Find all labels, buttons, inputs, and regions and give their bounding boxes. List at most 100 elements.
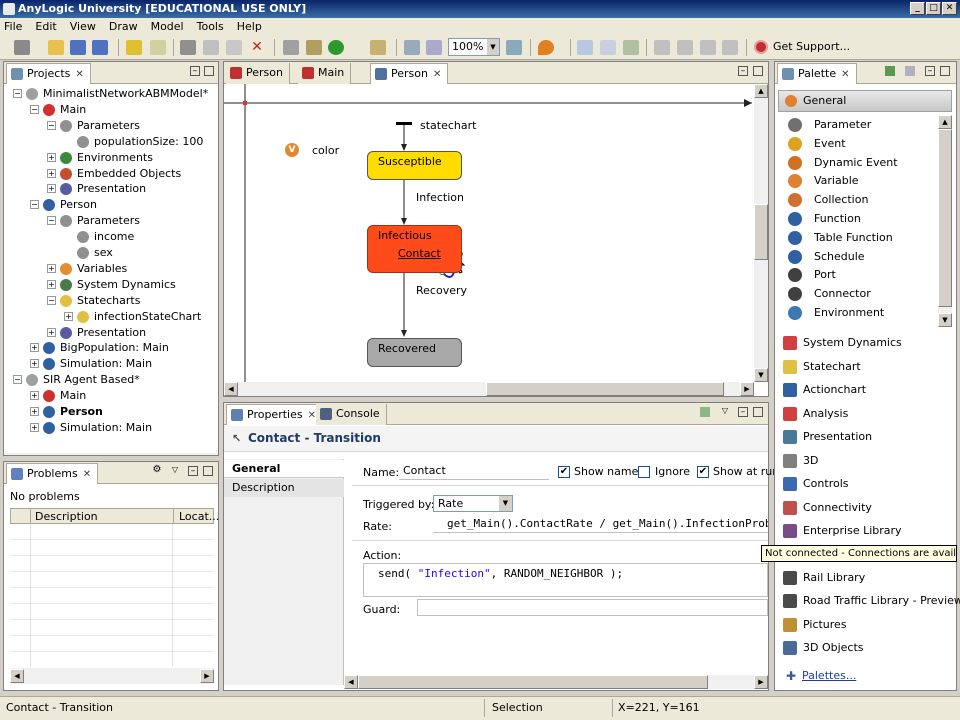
pin-icon[interactable]	[700, 407, 710, 417]
new-icon[interactable]	[14, 40, 30, 55]
column-description[interactable]: Description	[35, 510, 98, 523]
palette-item-environment[interactable]: Environment	[788, 304, 884, 322]
expand-icon[interactable]: +	[47, 327, 56, 337]
editor-vscroll[interactable]: ▲ ▼	[754, 84, 768, 382]
palette-category-pictures[interactable]: Pictures	[783, 614, 847, 636]
show-at-runtime-checkbox[interactable]: ✔	[697, 466, 709, 478]
expand-icon[interactable]: +	[30, 407, 39, 416]
variable-label[interactable]: color	[312, 144, 339, 157]
menu-file[interactable]: File	[4, 20, 22, 33]
maximize-view-icon[interactable]	[940, 66, 950, 76]
collapse-icon[interactable]: −	[47, 120, 56, 130]
palette-category-controls[interactable]: Controls	[783, 473, 849, 495]
palette-category-system-dynamics[interactable]: System Dynamics	[783, 332, 902, 354]
close-icon[interactable]: ✕	[841, 69, 849, 80]
palette-category-presentation[interactable]: Presentation	[783, 426, 872, 448]
copy-icon[interactable]	[203, 40, 219, 55]
collapse-icon[interactable]: −	[47, 295, 56, 305]
expand-icon[interactable]: +	[47, 152, 56, 162]
grid-icon[interactable]	[577, 40, 593, 55]
properties-tab[interactable]: Properties ✕	[226, 404, 323, 425]
run-icon[interactable]	[328, 40, 344, 55]
zoom-in-icon[interactable]	[506, 40, 522, 55]
side-tab-general[interactable]: General	[224, 460, 344, 478]
minimize-view-icon[interactable]: –	[925, 66, 935, 76]
view-menu-icon[interactable]: ▽	[720, 407, 730, 417]
delete-icon[interactable]: ✕	[249, 40, 265, 55]
transition-contact-label[interactable]: Contact	[398, 247, 441, 260]
menu-help[interactable]: Help	[237, 20, 262, 33]
minimize-view-icon[interactable]: –	[190, 66, 200, 76]
name-input[interactable]: Contact	[399, 464, 549, 480]
maximize-view-icon[interactable]	[753, 66, 763, 76]
editor-tab-main[interactable]: Main	[298, 63, 352, 84]
console-tab[interactable]: Console	[316, 404, 387, 425]
minimize-view-icon[interactable]: –	[738, 66, 748, 76]
palette-item-event[interactable]: Event	[788, 135, 846, 153]
redo-icon[interactable]	[150, 40, 166, 55]
problems-tab[interactable]: Problems ✕	[6, 463, 99, 484]
menu-model[interactable]: Model	[151, 20, 184, 33]
collapse-icon[interactable]: −	[47, 216, 56, 226]
palette-category-3d[interactable]: 3D	[783, 450, 818, 472]
palette-category-actionchart[interactable]: Actionchart	[783, 379, 866, 401]
editor-hscroll[interactable]: ◀ ▶	[224, 382, 754, 396]
palette-category-road-traffic-library-preview[interactable]: Road Traffic Library - Preview	[783, 590, 960, 612]
build-all-icon[interactable]	[306, 40, 322, 55]
menu-draw[interactable]: Draw	[109, 20, 138, 33]
palette-tab[interactable]: Palette ✕	[777, 63, 857, 84]
align-center-icon[interactable]	[677, 40, 693, 55]
open-icon[interactable]	[48, 40, 64, 55]
palette-item-table-function[interactable]: Table Function	[788, 229, 893, 247]
expand-icon[interactable]: +	[47, 263, 56, 273]
transition-infection-label[interactable]: Infection	[416, 191, 464, 204]
menu-edit[interactable]: Edit	[35, 20, 56, 33]
side-tab-description[interactable]: Description	[224, 479, 344, 497]
diagram-canvas[interactable]: statechart V color Susceptible Infection…	[224, 84, 754, 382]
expand-icon[interactable]: +	[30, 422, 39, 432]
layers-icon[interactable]	[623, 40, 639, 55]
triggered-by-select[interactable]: Rate ▼	[433, 495, 513, 512]
expand-icon[interactable]: +	[47, 279, 56, 289]
zoom-select[interactable]: 100% ▼	[448, 38, 500, 56]
state-susceptible[interactable]: Susceptible	[367, 151, 462, 180]
close-icon[interactable]: ✕	[433, 69, 441, 80]
get-support-button[interactable]: Get Support...	[754, 39, 850, 55]
expand-icon[interactable]: +	[47, 184, 56, 194]
palette-item-collection[interactable]: Collection	[788, 191, 868, 209]
transition-recovery-label[interactable]: Recovery	[416, 284, 467, 297]
expand-icon[interactable]: +	[30, 391, 39, 401]
view-menu-icon[interactable]: ▽	[170, 466, 180, 476]
show-name-checkbox[interactable]: ✔	[558, 466, 570, 478]
filter-icon[interactable]: ⚙	[152, 465, 162, 476]
palette-item-parameter[interactable]: Parameter	[788, 116, 871, 134]
state-recovered[interactable]: Recovered	[367, 338, 462, 367]
palette-item-connector[interactable]: Connector	[788, 285, 871, 303]
palettes-link[interactable]: ✚ Palettes...	[778, 665, 952, 687]
save-all-icon[interactable]	[92, 40, 108, 55]
palette-item-schedule[interactable]: Schedule	[788, 248, 865, 266]
maximize-view-icon[interactable]	[204, 66, 214, 76]
maximize-view-icon[interactable]	[203, 466, 213, 476]
palette-vscroll[interactable]: ▲ ▼	[938, 115, 952, 327]
projects-tab[interactable]: Projects ✕	[6, 63, 91, 84]
layout-icon[interactable]	[905, 66, 915, 76]
collapse-icon[interactable]: −	[30, 200, 39, 210]
ignore-checkbox[interactable]	[638, 466, 650, 478]
problems-hscroll[interactable]: ◀ ▶	[10, 668, 214, 684]
palette-category-analysis[interactable]: Analysis	[783, 403, 848, 425]
align-right-icon[interactable]	[700, 40, 716, 55]
expand-icon[interactable]: +	[30, 343, 39, 353]
palette-item-function[interactable]: Function	[788, 210, 861, 228]
pin-icon[interactable]	[885, 66, 895, 76]
guard-input[interactable]	[417, 599, 768, 616]
distribute-icon[interactable]	[722, 40, 738, 55]
save-icon[interactable]	[70, 40, 86, 55]
snap-icon[interactable]	[600, 40, 616, 55]
navigate-icon[interactable]	[538, 40, 554, 55]
close-icon[interactable]: ✕	[83, 469, 91, 480]
menu-view[interactable]: View	[70, 20, 96, 33]
palette-item-dynamic-event[interactable]: Dynamic Event	[788, 154, 898, 172]
palette-category-connectivity[interactable]: Connectivity	[783, 497, 872, 519]
palette-item-port[interactable]: Port	[788, 266, 836, 284]
